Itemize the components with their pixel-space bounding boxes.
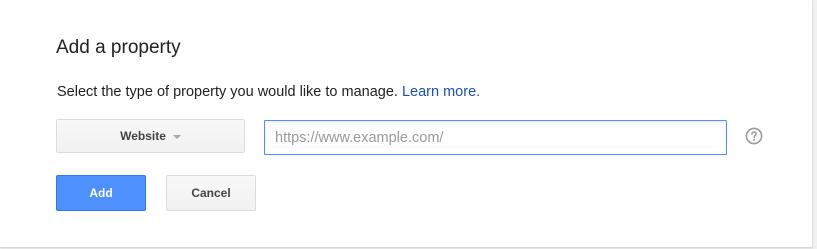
property-type-label: Website: [120, 129, 166, 143]
dialog-title: Add a property: [56, 37, 181, 58]
learn-more-link[interactable]: Learn more.: [402, 84, 480, 100]
help-icon[interactable]: [745, 127, 763, 145]
add-property-dialog: Add a property Select the type of proper…: [0, 0, 813, 248]
property-type-dropdown[interactable]: Website: [56, 119, 245, 153]
description-text: Select the type of property you would li…: [57, 84, 398, 100]
add-button[interactable]: Add: [56, 175, 146, 211]
caret-down-icon: [172, 134, 181, 139]
cancel-button[interactable]: Cancel: [166, 175, 256, 211]
property-url-input[interactable]: [264, 120, 727, 155]
dialog-description: Select the type of property you would li…: [57, 83, 480, 101]
